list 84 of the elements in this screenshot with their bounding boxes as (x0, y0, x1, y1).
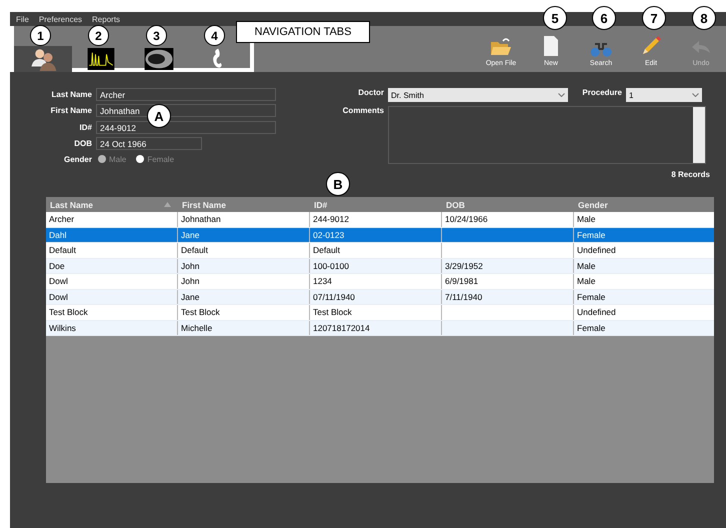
table-cell: John (181, 276, 200, 286)
table-cell: Michelle (181, 322, 212, 333)
table-cell: Test Block (313, 307, 352, 318)
table-cell: Archer (49, 214, 74, 224)
field-label: Last Name (50, 90, 92, 100)
table-cell: Doe (49, 260, 65, 271)
table-cell: Male (577, 260, 596, 271)
table-cell: Undefined (577, 307, 616, 318)
annotation-label: NAVIGATION TABS (236, 21, 370, 43)
table-cell: 244-9012 (313, 214, 349, 224)
table-cell: Test Block (181, 307, 220, 318)
table-row[interactable]: Default Default Default Undefined (46, 243, 714, 258)
column-header[interactable]: ID# (310, 197, 442, 212)
document-icon (543, 35, 559, 57)
folder-icon (490, 37, 512, 57)
people-icon (30, 47, 56, 71)
table-cell: Test Block (49, 307, 88, 318)
table-cell: 6/9/1981 (445, 276, 478, 286)
table-row[interactable]: Test Block Test Block Test Block Undefined (46, 305, 714, 320)
callout-number: 6 (592, 6, 616, 30)
column-header[interactable]: First Name (178, 197, 310, 212)
callout-number: 7 (642, 6, 666, 30)
column-header[interactable]: DOB (442, 197, 574, 212)
field-label: ID# (78, 122, 92, 132)
callout-number: 8 (692, 6, 716, 30)
table-row[interactable]: Dahl Jane 02-0123 Female (46, 228, 714, 243)
table-cell: Female (577, 292, 606, 302)
comments-field[interactable] (388, 106, 706, 164)
menu-item[interactable]: File (16, 14, 29, 24)
table-cell: Wilkins (49, 322, 76, 333)
table-cell: Dowl (49, 292, 68, 302)
table-cell: Johnathan (181, 214, 221, 224)
column-header[interactable]: Last Name (46, 197, 178, 212)
table-row[interactable]: Dowl Jane 07/11/1940 7/11/1940 Female (46, 290, 714, 305)
table-cell: Jane (181, 230, 200, 240)
binoculars-icon (590, 41, 612, 57)
table-cell: 1234 (313, 276, 332, 286)
text-field[interactable]: 24 Oct 1966 (96, 136, 202, 150)
sort-arrow-icon (164, 202, 171, 207)
table-row[interactable]: Wilkins Michelle 120718172014 Female (46, 320, 714, 336)
table-cell: 07/11/1940 (313, 292, 355, 302)
procedure-dropdown[interactable]: 1 (626, 88, 702, 102)
scrollbar[interactable] (693, 107, 705, 163)
table-cell: Male (577, 214, 596, 224)
menu-item[interactable]: Reports (92, 14, 120, 24)
table-cell: Default (49, 245, 76, 256)
oval-scan-icon (144, 48, 174, 70)
chevron-down-icon (692, 93, 699, 97)
table-cell: Male (577, 276, 596, 286)
table-cell: 3/29/1952 (445, 260, 483, 271)
table-row[interactable]: Archer Johnathan 244-9012 10/24/1966 Male (46, 212, 714, 228)
chevron-down-icon (558, 93, 565, 97)
table-row[interactable]: Doe John 100-0100 3/29/1952 Male (46, 258, 714, 274)
table-cell: Jane (181, 292, 200, 302)
field-label: Gender (62, 154, 92, 164)
table-cell: Dahl (49, 230, 66, 240)
callout-number: 5 (543, 6, 567, 30)
table-cell: Default (313, 245, 340, 256)
table-cell: 02-0123 (313, 230, 344, 240)
field-label: First Name (50, 106, 92, 116)
column-header[interactable]: Gender (574, 197, 714, 212)
menu-item[interactable]: Preferences (38, 14, 82, 24)
field-label: Procedure (581, 88, 622, 97)
table-cell: 7/11/1940 (445, 292, 482, 302)
field-label: Comments (342, 106, 384, 115)
nav-tab[interactable] (14, 46, 72, 72)
table-cell: Female (577, 322, 606, 333)
table-cell: 100-0100 (313, 260, 349, 271)
table-cell: Default (181, 245, 208, 256)
table-cell: Female (577, 230, 606, 240)
field-label: DOB (73, 138, 92, 148)
pencil-icon (640, 35, 662, 57)
table-cell: John (181, 260, 200, 271)
record-count: 8 Records (671, 170, 710, 179)
table-cell: Dowl (49, 276, 68, 286)
text-field[interactable]: 244-9012 (96, 120, 276, 134)
table-cell: 120718172014 (313, 322, 370, 333)
doctor-dropdown[interactable]: Dr. Smith (388, 88, 568, 102)
text-field[interactable]: Archer (96, 88, 276, 102)
waveform-icon (86, 48, 116, 70)
table-cell: Undefined (577, 245, 616, 256)
table-cell: 10/24/1966 (445, 214, 488, 224)
table-row[interactable]: Dowl John 1234 6/9/1981 Male (46, 274, 714, 290)
field-label: Doctor (357, 88, 384, 97)
